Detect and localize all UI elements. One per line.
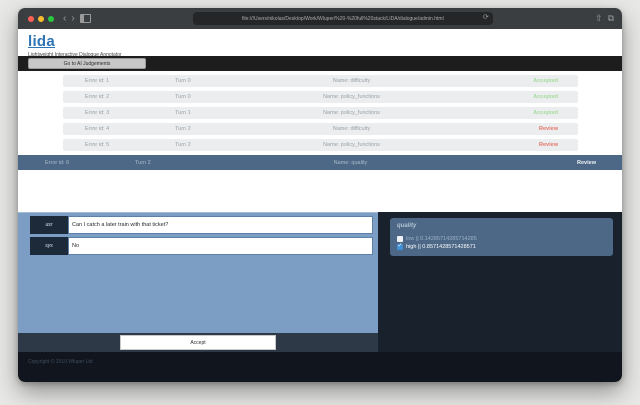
table-row[interactable]: Error id: 5 Turn 2 Name: policy_function… xyxy=(63,139,578,151)
turn-label: Turn 2 xyxy=(175,142,235,148)
option-label-low[interactable]: low || 0.14285714285714285 xyxy=(406,236,477,242)
navbar: Go to AI Judgements xyxy=(18,56,622,71)
error-name: Name: policy_functions xyxy=(235,94,468,100)
utterance-input-sys[interactable]: No xyxy=(68,237,373,255)
quality-option-low: low || 0.14285714285714285 xyxy=(397,236,606,242)
site-header: lida Lightweight Interactive Dialogue An… xyxy=(18,29,622,56)
quality-card: quality low || 0.14285714285714285 ✓ hig… xyxy=(390,218,613,256)
checkbox-low-unchecked[interactable] xyxy=(397,236,403,242)
error-table: Error id: 1 Turn 0 Name: difficulty Acce… xyxy=(18,75,622,170)
content-gap xyxy=(18,170,622,212)
dialogue-column: usr Can I catch a later train with that … xyxy=(18,212,378,352)
go-to-ai-judgements-button[interactable]: Go to AI Judgements xyxy=(28,58,146,69)
address-bar[interactable]: file:///Users/nikolas/Desktop/Work/Wlupe… xyxy=(193,12,493,25)
back-icon[interactable]: ‹ xyxy=(63,14,66,24)
sidebar-icon[interactable] xyxy=(80,14,91,23)
accept-strip: Accept xyxy=(18,333,378,352)
dialogue-panel: usr Can I catch a later train with that … xyxy=(18,212,378,333)
turn-label: Turn 2 xyxy=(135,160,195,166)
dialogue-turn: usr Can I catch a later train with that … xyxy=(30,216,373,234)
option-label-high[interactable]: high || 0.8571428571428571 xyxy=(406,244,476,250)
speaker-label-usr: usr xyxy=(30,216,68,234)
error-id: Error id: 4 xyxy=(85,126,175,132)
error-id: Error id: 6 xyxy=(45,160,135,166)
table-row[interactable]: Error id: 4 Turn 2 Name: difficulty Revi… xyxy=(63,123,578,135)
table-row[interactable]: Error id: 2 Turn 0 Name: policy_function… xyxy=(63,91,578,103)
turn-label: Turn 0 xyxy=(175,78,235,84)
error-id: Error id: 5 xyxy=(85,142,175,148)
turn-label: Turn 0 xyxy=(175,94,235,100)
table-row-selected[interactable]: Error id: 6 Turn 2 Name: quality Review xyxy=(18,155,622,170)
copyright-text: Copyright © 2019 Wluper Ltd xyxy=(28,359,622,365)
zoom-window-button[interactable] xyxy=(48,16,54,22)
annotation-workspace: usr Can I catch a later train with that … xyxy=(18,212,622,352)
page-content: lida Lightweight Interactive Dialogue An… xyxy=(18,29,622,382)
check-icon: ✓ xyxy=(397,243,403,249)
status-badge: Review xyxy=(506,160,596,166)
lida-logo[interactable]: lida xyxy=(28,34,55,49)
page-footer: Copyright © 2019 Wluper Ltd xyxy=(18,352,622,382)
status-badge: Review xyxy=(468,142,558,148)
error-id: Error id: 2 xyxy=(85,94,175,100)
window-controls xyxy=(28,16,54,22)
error-name: Name: policy_functions xyxy=(235,110,468,116)
accept-button[interactable]: Accept xyxy=(120,335,276,350)
minimize-window-button[interactable] xyxy=(38,16,44,22)
dialogue-turn: sys No xyxy=(30,237,373,255)
status-badge: Review xyxy=(468,126,558,132)
turn-label: Turn 1 xyxy=(175,110,235,116)
error-name: Name: quality xyxy=(195,160,506,166)
quality-title: quality xyxy=(397,223,606,229)
forward-icon[interactable]: › xyxy=(71,14,74,24)
table-row[interactable]: Error id: 1 Turn 0 Name: difficulty Acce… xyxy=(63,75,578,87)
error-id: Error id: 3 xyxy=(85,110,175,116)
status-badge: Accepted xyxy=(468,78,558,84)
annotation-panel: quality low || 0.14285714285714285 ✓ hig… xyxy=(378,212,622,352)
utterance-input-usr[interactable]: Can I catch a later train with that tick… xyxy=(68,216,373,234)
share-icon[interactable]: ⇧ xyxy=(595,14,603,23)
turn-label: Turn 2 xyxy=(175,126,235,132)
speaker-label-sys: sys xyxy=(30,237,68,255)
status-badge: Accepted xyxy=(468,110,558,116)
tabs-icon[interactable]: ⧉ xyxy=(608,14,614,23)
status-badge: Accepted xyxy=(468,94,558,100)
checkbox-high-checked[interactable]: ✓ xyxy=(397,244,403,250)
error-name: Name: difficulty xyxy=(235,126,468,132)
table-row[interactable]: Error id: 3 Turn 1 Name: policy_function… xyxy=(63,107,578,119)
browser-toolbar: ‹ › file:///Users/nikolas/Desktop/Work/W… xyxy=(18,8,622,29)
error-name: Name: policy_functions xyxy=(235,142,468,148)
reload-icon[interactable]: ⟳ xyxy=(483,13,489,21)
error-name: Name: difficulty xyxy=(235,78,468,84)
close-window-button[interactable] xyxy=(28,16,34,22)
browser-window: ‹ › file:///Users/nikolas/Desktop/Work/W… xyxy=(18,8,622,382)
url-text: file:///Users/nikolas/Desktop/Work/Wlupe… xyxy=(242,16,444,22)
quality-option-high: ✓ high || 0.8571428571428571 xyxy=(397,244,606,250)
error-id: Error id: 1 xyxy=(85,78,175,84)
